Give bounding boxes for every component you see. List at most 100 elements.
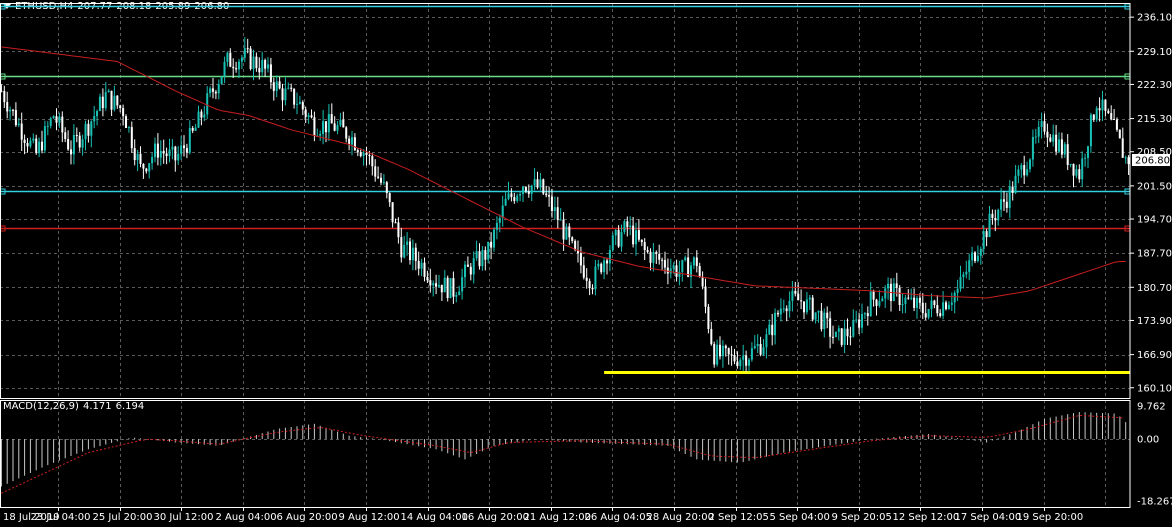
candle-body: [887, 283, 890, 289]
candle-body: [785, 308, 788, 312]
candle-body: [976, 255, 979, 261]
candle-body: [12, 109, 15, 111]
candle-body: [516, 195, 519, 201]
candle-body: [449, 278, 452, 298]
time-axis-label: 28 Aug 20:00: [647, 512, 714, 523]
candle-body: [200, 111, 203, 118]
candle-body: [788, 301, 791, 312]
candle-body: [382, 182, 385, 184]
candle-body: [417, 260, 420, 269]
candle-body: [791, 290, 794, 301]
candle-body: [971, 252, 974, 261]
candle-body: [1017, 169, 1020, 176]
candle-body: [435, 283, 438, 287]
candle-body: [568, 226, 571, 238]
candle-body: [17, 123, 20, 125]
candle-body: [90, 121, 93, 136]
candle-body: [713, 344, 716, 365]
candle-body: [655, 252, 658, 254]
candle-body: [832, 336, 835, 338]
candle-body: [559, 219, 562, 221]
candle-body: [403, 244, 406, 258]
candle-body: [1092, 114, 1095, 120]
candle-body: [756, 344, 759, 347]
candle-body: [716, 344, 719, 365]
time-axis: 18 Jul 201923 Jul 04:00 25 Jul 20:00 30 Ju…: [3, 507, 1083, 523]
candle-body: [339, 119, 342, 126]
candle-body: [429, 280, 432, 286]
candle-body: [907, 297, 910, 299]
candle-body: [75, 135, 78, 136]
candle-body: [519, 194, 522, 196]
candle-body: [101, 96, 104, 109]
candle-body: [41, 141, 44, 151]
candle-body: [446, 277, 449, 298]
candle-body: [78, 135, 81, 148]
candle-body: [359, 152, 362, 157]
candle-body: [942, 302, 945, 316]
candle-body: [1037, 127, 1040, 137]
candle-body: [238, 61, 241, 70]
candle-body: [652, 252, 655, 263]
candle-body: [70, 149, 73, 155]
candle-body: [35, 138, 38, 154]
price-axis: 236.10229.10222.30215.30208.50201.50194.…: [1130, 13, 1172, 508]
candle-body: [136, 153, 139, 161]
candle-body: [185, 148, 188, 153]
candle-body: [217, 84, 220, 94]
candle-body: [745, 355, 748, 366]
candle-body: [895, 283, 898, 288]
candle-body: [1029, 159, 1032, 170]
candle-body: [846, 328, 849, 337]
candle-body: [1055, 134, 1058, 152]
candle-body: [107, 90, 110, 93]
candle-body: [614, 230, 617, 236]
candle-body: [1113, 119, 1116, 120]
candle-body: [223, 61, 226, 77]
candle-body: [1040, 121, 1043, 127]
candle-body: [1063, 144, 1066, 155]
candle-body: [209, 88, 212, 94]
candle-body: [487, 241, 490, 260]
candle-body: [197, 111, 200, 128]
candle-body: [939, 313, 942, 316]
candle-body: [803, 301, 806, 313]
candle-body: [81, 139, 84, 148]
candle-body: [1020, 165, 1023, 170]
candle-body: [330, 114, 333, 124]
candle-body: [49, 118, 52, 126]
candle-body: [936, 305, 939, 314]
candle-body: [400, 237, 403, 258]
candle-body: [913, 297, 916, 308]
trading-chart[interactable]: 236.10229.10222.30215.30208.50201.50194.…: [0, 0, 1172, 527]
candle-body: [623, 221, 626, 232]
candle-body: [458, 291, 461, 295]
candle-body: [669, 268, 672, 274]
candle-body: [342, 119, 345, 128]
candle-body: [620, 232, 623, 247]
macd-axis-label: 9.762: [1137, 402, 1166, 413]
candle-body: [1014, 175, 1017, 193]
candle-body: [275, 81, 278, 91]
candle-body: [385, 182, 388, 194]
candle-body: [779, 308, 782, 315]
candle-body: [406, 241, 409, 245]
candle-body: [377, 176, 380, 178]
candle-body: [611, 235, 614, 250]
candle-body: [759, 344, 762, 355]
candle-body: [278, 81, 281, 89]
candle-body: [490, 241, 493, 248]
price-axis-label: 229.10: [1137, 47, 1172, 58]
candle-body: [29, 140, 32, 147]
candle-body: [643, 242, 646, 250]
candle-body: [637, 230, 640, 240]
candle-body: [994, 218, 997, 221]
candle-body: [608, 250, 611, 264]
candle-body: [695, 257, 698, 267]
candle-body: [301, 102, 304, 110]
candle-body: [826, 312, 829, 319]
candle-body: [852, 320, 855, 337]
candle-body: [1026, 169, 1029, 176]
candle-body: [681, 260, 684, 272]
candle-body: [837, 328, 840, 332]
